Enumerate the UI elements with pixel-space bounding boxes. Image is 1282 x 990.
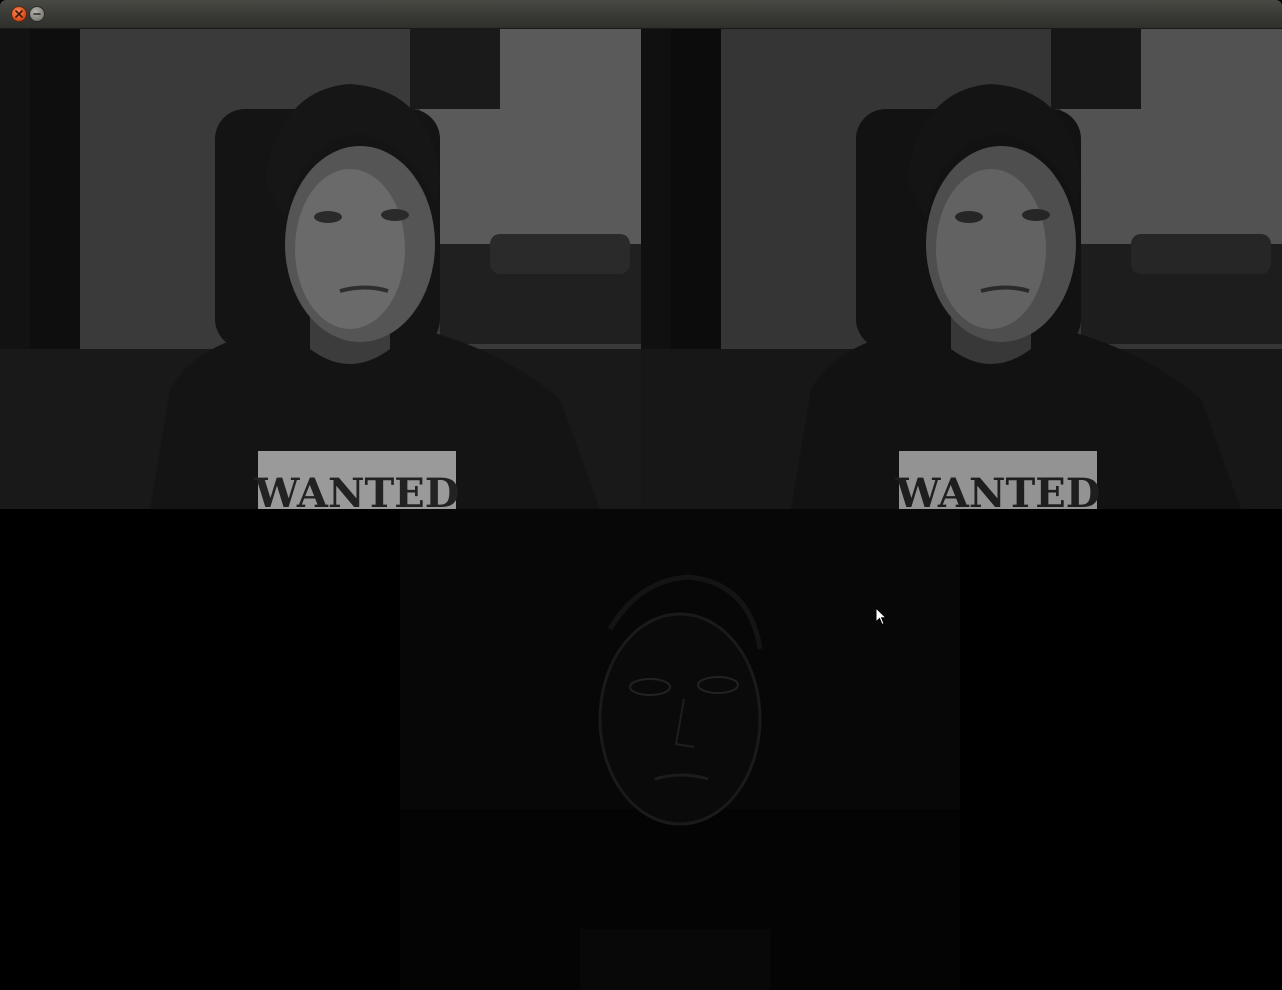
close-button[interactable] <box>11 6 27 22</box>
shirt-text-right: WANTED <box>895 470 1101 509</box>
camera-feed-right: WANTED <box>641 29 1282 509</box>
mouse-cursor-icon <box>875 606 888 630</box>
minimize-button[interactable] <box>29 6 45 22</box>
title-bar[interactable] <box>0 0 1282 29</box>
close-icon <box>15 10 23 18</box>
camera-feed-left: WANTED <box>0 29 641 509</box>
app-window: WANTED WANTED <box>0 0 1282 990</box>
shirt-text-left: WANTED <box>254 470 460 509</box>
minimize-icon <box>33 13 41 15</box>
edge-filter-output <box>0 509 1282 990</box>
